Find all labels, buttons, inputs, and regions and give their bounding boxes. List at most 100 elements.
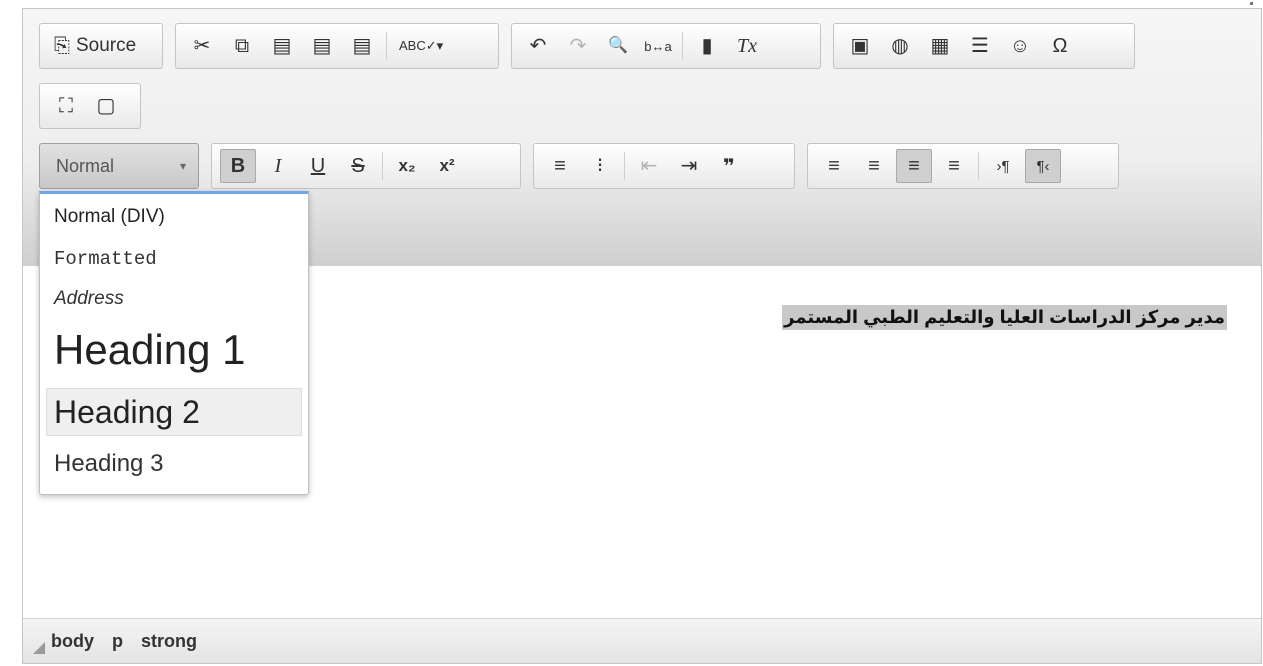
select-all-button[interactable]: ▮ (689, 29, 725, 63)
image-icon: ▣ (850, 35, 870, 57)
italic-icon: I (274, 154, 282, 177)
select-all-icon: ▮ (701, 35, 713, 57)
justify-icon: ≡ (948, 155, 960, 177)
paste-icon: ▤ (272, 35, 292, 57)
bulleted-list-button[interactable]: ⁝ (582, 149, 618, 183)
text-direction-rtl-icon: ¶‹ (1036, 157, 1050, 175)
numbered-list-icon: ≡ (554, 155, 566, 177)
flash-icon: ◍ (891, 35, 909, 57)
remove-format-button[interactable]: Tx (729, 29, 765, 63)
maximize-icon: ⛶ (59, 95, 73, 117)
format-option-heading-2[interactable]: Heading 2 (54, 394, 200, 431)
element-path-bar: body p strong (23, 618, 1261, 663)
spellcheck-icon: ABC✓▾ (399, 38, 444, 53)
bulleted-list-icon: ⁝ (596, 155, 604, 177)
underline-button[interactable]: U (300, 149, 336, 183)
bold-icon: B (230, 154, 246, 177)
italic-button[interactable]: I (260, 149, 296, 183)
blockquote-button[interactable]: ❞ (711, 149, 747, 183)
bold-button[interactable]: B (220, 149, 256, 183)
path-crumb-body[interactable]: body (51, 631, 94, 652)
maximize-button[interactable]: ⛶ (48, 89, 84, 123)
resize-grip-icon[interactable] (33, 642, 45, 654)
editor-content-text[interactable]: مدير مركز الدراسات العليا والتعليم الطبي… (782, 305, 1227, 330)
format-option-address[interactable]: Address (54, 288, 124, 310)
paste-text-icon: ▤ (312, 35, 332, 57)
special-char-button[interactable]: Ω (1042, 29, 1078, 63)
toolbar-group-editing: ↶ ↷ 🔍 b↔a ▮ Tx (511, 23, 821, 69)
cut-icon: ✂ (193, 35, 211, 57)
smiley-button[interactable]: ☺ (1002, 29, 1038, 63)
superscript-button[interactable]: x² (429, 149, 465, 183)
path-crumb-strong[interactable]: strong (141, 631, 197, 652)
strikethrough-icon: S (351, 154, 365, 177)
replace-icon: b↔a (644, 38, 672, 54)
toolbar-separator (624, 152, 625, 180)
horizontal-rule-icon: ☰ (971, 35, 989, 57)
format-option-normal-div[interactable]: Normal (DIV) (54, 206, 165, 228)
toolbar-separator (978, 152, 979, 180)
copy-icon: ⧉ (234, 35, 250, 57)
cut-button[interactable]: ✂ (184, 29, 220, 63)
toolbar-group-alignment: ≡ ≡ ≡ ≡ ›¶ ¶‹ (807, 143, 1119, 189)
copy-button[interactable]: ⧉ (224, 29, 260, 63)
smiley-icon: ☺ (1009, 35, 1031, 57)
search-icon: 🔍 (608, 37, 628, 54)
align-right-button[interactable]: ≡ (896, 149, 932, 183)
flash-button[interactable]: ◍ (882, 29, 918, 63)
format-option-formatted[interactable]: Formatted (54, 248, 157, 270)
format-option-heading-1[interactable]: Heading 1 (54, 326, 245, 374)
format-dropdown: Normal (DIV) Formatted Address Heading 1… (39, 191, 309, 495)
justify-button[interactable]: ≡ (936, 149, 972, 183)
align-left-icon: ≡ (828, 155, 840, 177)
path-crumb-p[interactable]: p (112, 631, 123, 652)
toolbar-group-tools: ⛶ ▢ (39, 83, 141, 129)
rich-text-editor: ⎘ Source ✂ ⧉ ▤ ▤ ▤ ABC✓▾ ↶ ↷ 🔍 b↔a ▮ Tx … (22, 8, 1262, 664)
paste-button[interactable]: ▤ (264, 29, 300, 63)
image-button[interactable]: ▣ (842, 29, 878, 63)
numbered-list-button[interactable]: ≡ (542, 149, 578, 183)
omega-icon: Ω (1052, 35, 1068, 57)
toolbar-group-basic-styles: B I U S x₂ x² (211, 143, 521, 189)
format-combo-value: Normal (56, 155, 115, 176)
align-center-button[interactable]: ≡ (856, 149, 892, 183)
replace-button[interactable]: b↔a (640, 29, 676, 63)
toolbar-group-insert: ▣ ◍ ▦ ☰ ☺ Ω (833, 23, 1135, 69)
chevron-down-icon: ▾ (179, 159, 186, 173)
underline-icon: U (310, 154, 326, 177)
toolbar-separator (682, 32, 683, 60)
indent-icon: ⇥ (680, 155, 698, 177)
subscript-button[interactable]: x₂ (389, 149, 425, 183)
format-combo[interactable]: Normal ▾ (39, 143, 199, 189)
toolbar-group-paragraph: ≡ ⁝ ⇤ ⇥ ❞ (533, 143, 795, 189)
superscript-icon: x² (439, 156, 455, 175)
outdent-button[interactable]: ⇤ (631, 149, 667, 183)
show-blocks-button[interactable]: ▢ (88, 89, 124, 123)
source-button[interactable]: ⎘ Source (48, 29, 142, 63)
toolbar-group-clipboard: ✂ ⧉ ▤ ▤ ▤ ABC✓▾ (175, 23, 499, 69)
toolbar-group-document: ⎘ Source (39, 23, 163, 69)
text-direction-ltr-button[interactable]: ›¶ (985, 149, 1021, 183)
paste-word-icon: ▤ (352, 35, 372, 57)
find-button[interactable]: 🔍 (600, 29, 636, 63)
strike-button[interactable]: S (340, 149, 376, 183)
source-icon: ⎘ (54, 35, 70, 57)
align-center-icon: ≡ (868, 155, 880, 177)
text-direction-rtl-button[interactable]: ¶‹ (1025, 149, 1061, 183)
paste-text-button[interactable]: ▤ (304, 29, 340, 63)
horizontal-rule-button[interactable]: ☰ (962, 29, 998, 63)
window-corner-dot (1250, 2, 1253, 5)
align-right-icon: ≡ (908, 155, 920, 177)
redo-button[interactable]: ↷ (560, 29, 596, 63)
paste-word-button[interactable]: ▤ (344, 29, 380, 63)
text-direction-ltr-icon: ›¶ (996, 157, 1010, 175)
align-left-button[interactable]: ≡ (816, 149, 852, 183)
undo-button[interactable]: ↶ (520, 29, 556, 63)
indent-button[interactable]: ⇥ (671, 149, 707, 183)
spellcheck-button[interactable]: ABC✓▾ (393, 29, 449, 63)
subscript-icon: x₂ (398, 156, 416, 175)
undo-icon: ↶ (529, 35, 547, 57)
blockquote-icon: ❞ (723, 155, 735, 178)
table-button[interactable]: ▦ (922, 29, 958, 63)
format-option-heading-3[interactable]: Heading 3 (54, 450, 163, 478)
